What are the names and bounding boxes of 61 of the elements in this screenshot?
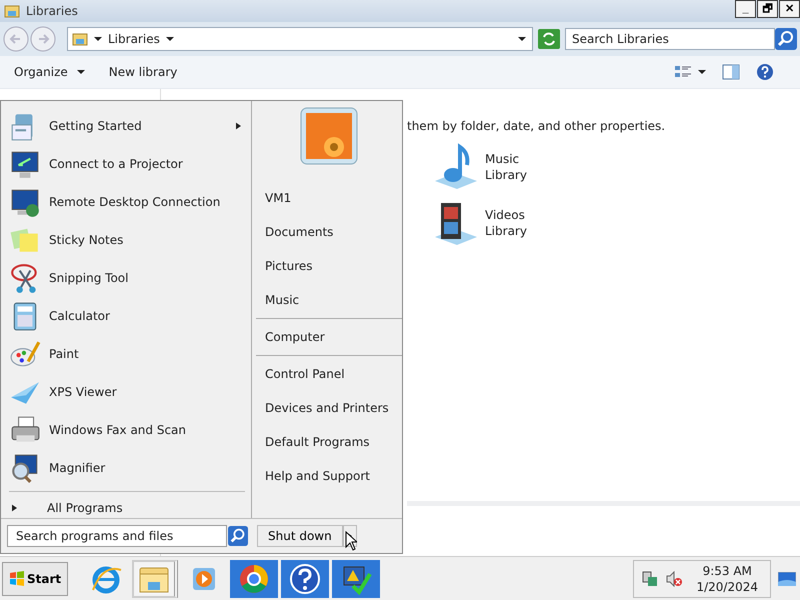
menu-link[interactable]: Default Programs (256, 425, 402, 459)
speaker-muted-icon[interactable] (666, 570, 682, 586)
search-icon[interactable] (775, 28, 797, 50)
program-item[interactable]: Windows Fax and Scan (1, 411, 251, 449)
help-icon[interactable] (756, 63, 774, 81)
window-title: Libraries (26, 4, 78, 18)
search-field[interactable]: Search Libraries (565, 28, 775, 50)
program-item[interactable]: Calculator (1, 297, 251, 335)
program-item[interactable]: Sticky Notes (1, 221, 251, 259)
start-button[interactable]: Start (2, 562, 68, 596)
library-subtitle: Library (485, 167, 527, 183)
organize-button[interactable]: Organize (8, 61, 91, 83)
program-item[interactable]: Remote Desktop Connection (1, 183, 251, 221)
close-button[interactable]: ✕ (779, 0, 800, 18)
caret-icon[interactable] (94, 35, 102, 43)
menu-link[interactable]: Control Panel (256, 357, 402, 391)
menu-link[interactable]: Pictures (256, 249, 402, 283)
clock-date[interactable]: 1/20/2024 (696, 578, 758, 594)
libraries-icon (4, 3, 20, 19)
restore-button[interactable]: 🗗 (757, 0, 778, 18)
new-library-button[interactable]: New library (102, 61, 184, 83)
minimize-button[interactable]: _ (735, 0, 756, 18)
caret-icon[interactable] (166, 35, 174, 43)
program-item[interactable]: XPS Viewer (1, 373, 251, 411)
program-item[interactable]: Getting Started (1, 107, 251, 145)
address-field[interactable]: Libraries (67, 27, 533, 51)
shut-down-button[interactable]: Shut down (257, 525, 343, 547)
taskbar-button[interactable] (281, 560, 330, 598)
all-programs-item[interactable]: All Programs (1, 498, 251, 518)
taskbar-button[interactable] (332, 560, 380, 598)
show-desktop-button[interactable] (778, 572, 796, 586)
program-item[interactable]: Snipping Tool (1, 259, 251, 297)
preview-pane-icon[interactable] (722, 63, 740, 81)
menu-link[interactable]: Documents (256, 215, 402, 249)
help-icon (288, 562, 322, 596)
library-name[interactable]: Videos (485, 207, 527, 223)
program-item[interactable]: Magnifier (1, 449, 251, 487)
menu-link[interactable]: Music (256, 283, 402, 317)
path-segment[interactable]: Libraries (108, 32, 160, 46)
flag-icon (9, 570, 25, 586)
program-item[interactable]: Paint (1, 335, 251, 373)
library-subtitle: Library (485, 223, 527, 239)
caret-icon[interactable] (698, 68, 706, 76)
network-icon[interactable] (642, 570, 658, 586)
menu-link[interactable]: VM1 (256, 181, 402, 215)
submenu-arrow-icon (236, 122, 241, 130)
search-field[interactable]: Search programs and files (7, 525, 227, 547)
caret-icon[interactable] (518, 35, 526, 43)
search-icon[interactable] (228, 526, 248, 546)
library-name[interactable]: Music (485, 151, 527, 167)
caret-icon (76, 68, 85, 76)
program-item[interactable]: Connect to a Projector (1, 145, 251, 183)
menu-link[interactable]: Computer (256, 320, 402, 354)
description-text: them by folder, date, and other properties. (407, 119, 666, 133)
menu-link[interactable]: Help and Support (256, 459, 402, 493)
libraries-icon (72, 31, 88, 47)
refresh-button[interactable] (538, 29, 560, 49)
arrow-icon (12, 504, 17, 512)
mouse-pointer-icon (345, 531, 357, 551)
menu-link[interactable]: Devices and Printers (256, 391, 402, 425)
clock-time[interactable]: 9:53 AM (702, 562, 752, 578)
